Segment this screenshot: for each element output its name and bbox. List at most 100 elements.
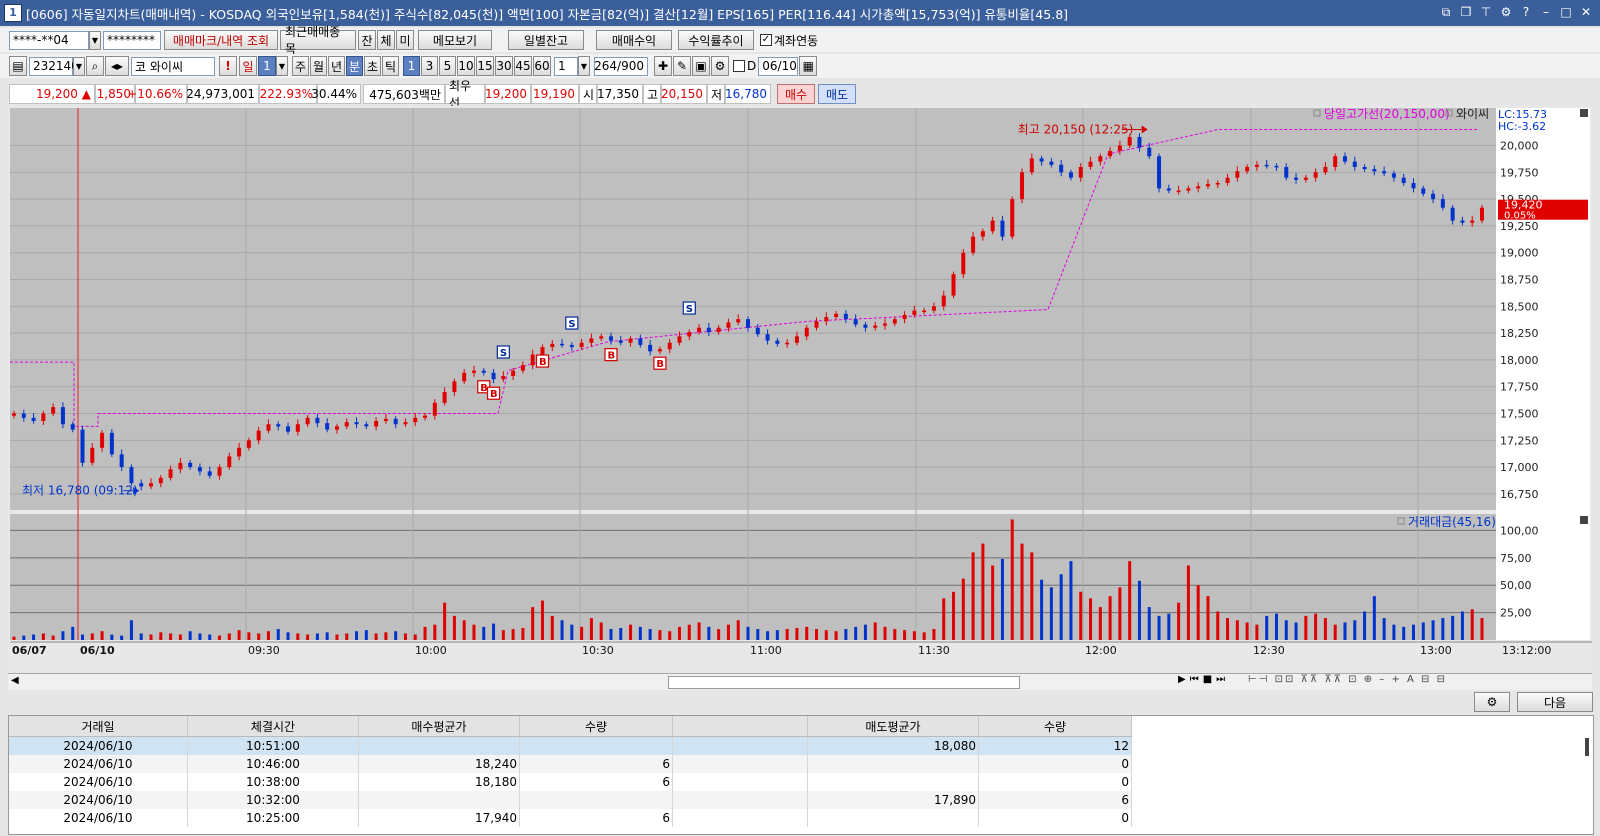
- candle-body: [276, 424, 281, 427]
- scroll-left-icon[interactable]: ◀: [11, 675, 19, 686]
- account-dropdown-icon[interactable]: ▼: [89, 30, 101, 50]
- interval-dropdown-icon[interactable]: ▼: [578, 56, 590, 76]
- settings-icon[interactable]: ⚙: [1498, 4, 1514, 20]
- volume-bar: [384, 632, 388, 640]
- playback-tool-0[interactable]: ▶: [1178, 674, 1186, 685]
- volume-bar: [580, 626, 584, 640]
- close-icon[interactable]: ✕: [1578, 4, 1594, 20]
- period-dropdown-icon[interactable]: ▼: [276, 56, 288, 76]
- link-icon[interactable]: ⧉: [1438, 4, 1454, 20]
- unexecuted-button[interactable]: 미: [396, 30, 414, 50]
- table-row[interactable]: 2024/06/10 10:51:00 18,080 12: [9, 736, 1132, 755]
- period-tab-5[interactable]: 틱: [382, 56, 399, 76]
- memo-button[interactable]: 메모보기: [418, 30, 492, 50]
- volume-bar: [433, 624, 437, 640]
- date-label: D: [747, 59, 757, 73]
- playback-tool-2[interactable]: ■: [1203, 674, 1212, 685]
- chart-settings-icon[interactable]: ⚙: [711, 56, 729, 76]
- column-header-2[interactable]: 매수평균가: [358, 716, 520, 737]
- code-dropdown-icon[interactable]: ▼: [73, 56, 85, 76]
- date-input[interactable]: 06/10: [758, 56, 799, 76]
- table-scroll-thumb[interactable]: [1585, 738, 1589, 756]
- draw-tool-icon[interactable]: ✎: [673, 56, 691, 76]
- restore-small-icon[interactable]: ❐: [1458, 4, 1474, 20]
- trade-mark-button[interactable]: 매매마크/내역 조회: [164, 30, 278, 50]
- date-checkbox[interactable]: [733, 60, 745, 72]
- calendar-icon[interactable]: ▦: [799, 56, 818, 76]
- column-header-3[interactable]: 수량: [519, 716, 673, 737]
- app-icon[interactable]: 1: [4, 4, 22, 22]
- table-row[interactable]: 2024/06/10 10:46:00 18,240 6 0: [9, 755, 1132, 773]
- stock-name-field[interactable]: 코 와이씨: [131, 56, 215, 76]
- table-settings-button[interactable]: ⚙: [1474, 692, 1510, 712]
- bar-count-field[interactable]: 264/900: [594, 56, 648, 76]
- column-header-6[interactable]: 수량: [978, 716, 1132, 737]
- period-tab-3[interactable]: 분: [346, 56, 363, 76]
- column-header-0[interactable]: 거래일: [9, 716, 188, 737]
- interval-tab-45[interactable]: 45: [514, 56, 532, 76]
- balance-button[interactable]: 잔: [358, 30, 376, 50]
- interval-tab-1[interactable]: 1: [403, 56, 420, 76]
- sound-icon[interactable]: ◂▸: [105, 56, 129, 76]
- custom-interval-input[interactable]: 1: [554, 56, 578, 76]
- candle-body: [452, 381, 457, 393]
- link-account-checkbox[interactable]: ✓: [760, 34, 772, 46]
- crosshair-icon[interactable]: ✚: [654, 56, 672, 76]
- buy-marker-label: B: [607, 351, 615, 362]
- stock-code-input[interactable]: 232140: [29, 56, 79, 76]
- recent-trades-button[interactable]: 최근매매종목: [280, 25, 356, 56]
- buy-button[interactable]: 매수: [777, 84, 815, 104]
- candle-body: [755, 327, 760, 335]
- column-header-4[interactable]: [672, 716, 808, 737]
- column-header-1[interactable]: 체결시간: [187, 716, 359, 737]
- period-value-button[interactable]: 1: [258, 56, 276, 76]
- interval-tab-15[interactable]: 15: [476, 56, 494, 76]
- candle-body: [31, 417, 36, 422]
- table-cell: 18,180: [358, 773, 520, 791]
- playback-tool-3[interactable]: ⏭: [1216, 674, 1225, 685]
- save-icon[interactable]: ▣: [692, 56, 710, 76]
- period-day-button[interactable]: 일: [239, 56, 257, 76]
- interval-tab-3[interactable]: 3: [421, 56, 438, 76]
- interval-tab-60[interactable]: 60: [533, 56, 551, 76]
- return-trend-button[interactable]: 수익률추이: [678, 30, 754, 50]
- interval-tab-30[interactable]: 30: [495, 56, 513, 76]
- interval-tab-10[interactable]: 10: [457, 56, 475, 76]
- period-tab-1[interactable]: 월: [310, 56, 327, 76]
- period-tab-0[interactable]: 주: [292, 56, 309, 76]
- volume-bar: [41, 633, 45, 640]
- search-icon[interactable]: ⌕: [86, 56, 104, 76]
- table-row[interactable]: 2024/06/10 10:25:00 17,940 6 0: [9, 809, 1132, 827]
- pin-icon[interactable]: ⊤: [1478, 4, 1494, 20]
- interval-tab-5[interactable]: 5: [439, 56, 456, 76]
- executed-button[interactable]: 체: [377, 30, 395, 50]
- warning-button[interactable]: !: [219, 56, 237, 76]
- sell-button[interactable]: 매도: [818, 84, 856, 104]
- price-chart[interactable]: 20,00019,75019,50019,25019,00018,75018,5…: [8, 106, 1592, 672]
- chart-scrollbar[interactable]: ◀ ▶ ⏮ ■ ⏭ ⊢⊣ ⊡⊡ ⊼⊼ ⊼⊼ ⊡ ⊕ – + A ⊟ ⊟: [8, 673, 1592, 690]
- volume-bar: [1363, 611, 1367, 640]
- maximize-icon[interactable]: □: [1558, 4, 1574, 20]
- volume-bar: [932, 629, 936, 640]
- help-icon[interactable]: ?: [1518, 4, 1534, 20]
- trade-profit-button[interactable]: 매매수익: [596, 30, 672, 50]
- volume-bar: [1382, 618, 1386, 640]
- table-cell: 6: [978, 791, 1132, 809]
- playback-tool-1[interactable]: ⏮: [1190, 674, 1199, 685]
- layout-icon[interactable]: ▤: [9, 56, 27, 76]
- table-row[interactable]: 2024/06/10 10:38:00 18,180 6 0: [9, 773, 1132, 791]
- daily-balance-button[interactable]: 일별잔고: [508, 30, 584, 50]
- scroll-thumb[interactable]: [668, 676, 1020, 689]
- password-field[interactable]: ********: [103, 30, 161, 50]
- minimize-icon[interactable]: –: [1538, 4, 1554, 20]
- candle-body: [980, 231, 985, 237]
- next-button[interactable]: 다음: [1517, 692, 1593, 712]
- zoom-tools[interactable]: ⊢⊣ ⊡⊡ ⊼⊼ ⊼⊼ ⊡ ⊕ – + A ⊟ ⊟: [1248, 674, 1447, 685]
- account-field[interactable]: ****-**04: [9, 30, 89, 50]
- table-cell: 10:25:00: [187, 809, 359, 827]
- table-row[interactable]: 2024/06/10 10:32:00 17,890 6: [9, 791, 1132, 809]
- column-header-5[interactable]: 매도평균가: [807, 716, 979, 737]
- period-tab-4[interactable]: 초: [364, 56, 381, 76]
- table-cell: 6: [519, 755, 673, 773]
- period-tab-2[interactable]: 년: [328, 56, 345, 76]
